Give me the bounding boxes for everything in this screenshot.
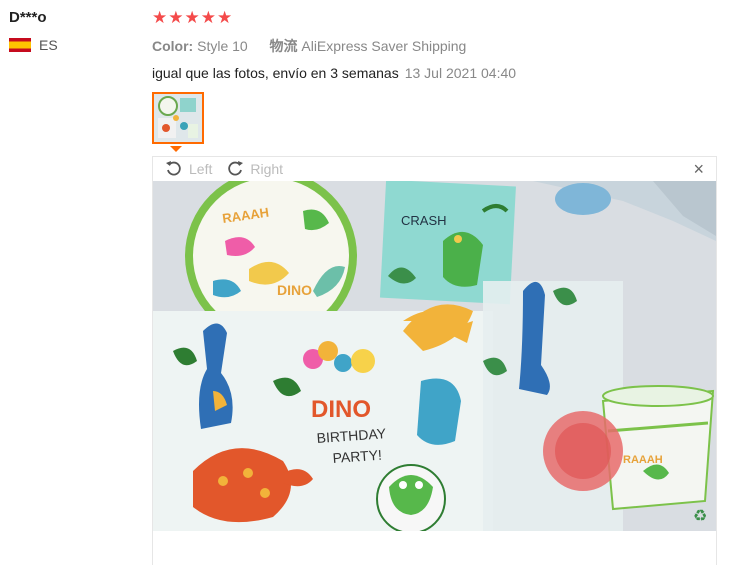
- reviewer-info: D***o ES: [9, 9, 58, 53]
- rotate-left-label: Left: [189, 161, 213, 177]
- svg-text:DINO: DINO: [311, 396, 371, 423]
- rotate-left-button[interactable]: Left: [165, 160, 212, 178]
- rotate-left-icon: [166, 161, 181, 176]
- green-dino-face: [376, 464, 446, 531]
- star-rating: ★★★★★: [152, 8, 234, 27]
- spain-flag-icon: [9, 38, 31, 52]
- review-meta: Color: Style 10 物流 AliExpress Saver Ship…: [152, 36, 742, 56]
- rotate-right-icon: [228, 161, 244, 176]
- thumbnail-pointer: [170, 146, 182, 152]
- color-label: Color:: [152, 38, 194, 54]
- close-icon[interactable]: ×: [693, 159, 704, 179]
- review-body: ★★★★★ Color: Style 10 物流 AliExpress Save…: [152, 8, 742, 82]
- red-dino-plate: [543, 411, 623, 491]
- review-text: igual que las fotos, envío en 3 semanas: [152, 65, 399, 81]
- reviewer-name: D***o: [9, 9, 47, 26]
- country-code: ES: [39, 37, 58, 53]
- svg-text:RAAAH: RAAAH: [623, 454, 663, 466]
- rotate-right-label: Right: [250, 161, 284, 177]
- reviewer-country: ES: [9, 37, 58, 53]
- review-photo-thumbnail[interactable]: [152, 92, 204, 144]
- shipping-value: AliExpress Saver Shipping: [301, 38, 467, 54]
- svg-text:DINO: DINO: [277, 282, 312, 298]
- color-value: Style 10: [197, 38, 248, 54]
- viewer-toolbar: Left Right ×: [153, 157, 716, 181]
- review-date: 13 Jul 2021 04:40: [404, 65, 517, 81]
- svg-text:CRASH: CRASH: [401, 213, 447, 228]
- review-feedback: igual que las fotos, envío en 3 semanas 1…: [152, 65, 742, 81]
- review-photo[interactable]: RAAAH DINO CRASH DINO BIRTHDAY PARTY! RA…: [153, 181, 716, 531]
- shipping-label: 物流: [269, 38, 298, 54]
- photo-viewer: Left Right × RAAAH DINO CRASH DINO BIRTH…: [152, 156, 717, 565]
- rotate-right-button[interactable]: Right: [226, 160, 283, 178]
- recycle-icon: ♻: [693, 508, 707, 525]
